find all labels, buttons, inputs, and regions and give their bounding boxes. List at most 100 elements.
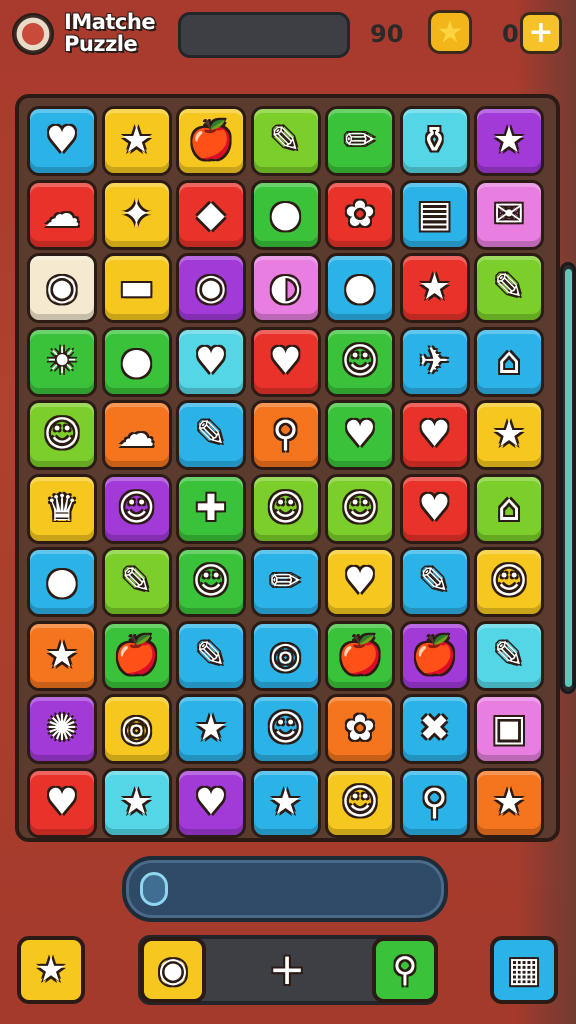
tile-plane[interactable]: ✈ [399, 326, 470, 397]
tile-bulb[interactable]: ● [325, 253, 395, 323]
tile-heart[interactable]: ♥ [399, 400, 470, 470]
tile-paper[interactable]: ✉ [474, 179, 544, 250]
tile-corn[interactable]: ✎ [176, 620, 246, 691]
tile-apple[interactable]: 🍎 [325, 620, 395, 691]
tile-house[interactable]: ⌂ [474, 326, 544, 397]
score-value: 90 [370, 20, 404, 48]
tile-pencil[interactable]: ✏ [250, 547, 321, 617]
camera-button[interactable]: ◉ [140, 937, 206, 1003]
tile-cake[interactable]: ▤ [399, 179, 470, 250]
tile-flower[interactable]: ✿ [325, 179, 395, 250]
tile-tube[interactable]: ◐ [250, 253, 321, 323]
tile-lollipop[interactable]: ● [27, 547, 97, 617]
tile-heart[interactable]: ♥ [399, 473, 470, 544]
top-status-bar [178, 12, 350, 58]
tile-corn[interactable]: ✎ [101, 547, 172, 617]
tile-camera[interactable]: ◉ [27, 253, 97, 323]
tile-apple[interactable]: 🍎 [101, 620, 172, 691]
tile-star[interactable]: ★ [474, 106, 544, 176]
tile-tablet[interactable]: ▣ [474, 694, 544, 764]
scrollbar-thumb[interactable] [565, 269, 572, 687]
tile-heart[interactable]: ♥ [325, 400, 395, 470]
star-icon: ★ [120, 781, 153, 823]
cat-icon: ☺ [266, 708, 305, 749]
powerup-button[interactable]: ★ [17, 936, 85, 1004]
cat-icon: ☺ [117, 487, 156, 529]
cross-icon: ✖ [419, 708, 450, 749]
tile-star[interactable]: ★ [176, 694, 246, 764]
tile-apple[interactable]: 🍎 [399, 620, 470, 691]
flower-icon: ✿ [344, 193, 376, 235]
tile-leaf[interactable]: ✎ [176, 400, 246, 470]
tile-ring[interactable]: ◎ [250, 620, 321, 691]
key-icon: ⚲ [421, 781, 448, 823]
tile-pin[interactable]: ⚲ [250, 400, 321, 470]
tile-cat[interactable]: ☺ [101, 473, 172, 544]
tablet-icon: ▣ [491, 708, 526, 749]
tile-devil[interactable]: ☺ [325, 326, 395, 397]
tile-cat[interactable]: ☺ [27, 400, 97, 470]
tile-heart[interactable]: ♥ [27, 106, 97, 176]
tile-apple-box[interactable]: 🍎 [176, 106, 246, 176]
tile-hat[interactable]: ▬ [101, 253, 172, 323]
tile-star[interactable]: ★ [474, 400, 544, 470]
tile-lion[interactable]: ☺ [325, 767, 395, 838]
splat-icon: ✚ [195, 487, 227, 529]
scrollbar[interactable] [560, 262, 576, 694]
tile-bear[interactable]: ☺ [474, 547, 544, 617]
search-button[interactable]: ⚲ [372, 937, 438, 1003]
tile-star[interactable]: ★ [101, 106, 172, 176]
tile-corn[interactable]: ✎ [399, 547, 470, 617]
tile-cloud[interactable]: ☁ [27, 179, 97, 250]
tile-star[interactable]: ★ [250, 767, 321, 838]
tile-house[interactable]: ⌂ [474, 473, 544, 544]
heart-icon: ♥ [418, 414, 451, 455]
apple-box-icon: 🍎 [188, 120, 234, 161]
tile-heart[interactable]: ♥ [250, 326, 321, 397]
star-icon: ★ [194, 708, 228, 749]
apple-icon: 🍎 [337, 634, 383, 676]
tile-devil[interactable]: ☺ [176, 547, 246, 617]
tile-carrot[interactable]: ✎ [250, 106, 321, 176]
tile-cross[interactable]: ✖ [399, 694, 470, 764]
sun-icon: ☀ [45, 340, 79, 382]
tile-gem[interactable]: ◆ [176, 179, 246, 250]
tile-splat[interactable]: ✚ [176, 473, 246, 544]
tile-pear[interactable]: ● [101, 326, 172, 397]
add-coins-button[interactable]: + [520, 12, 562, 54]
star-icon[interactable]: ★ [428, 10, 472, 54]
tile-ring[interactable]: ◎ [101, 694, 172, 764]
tile-cat[interactable]: ☺ [250, 694, 321, 764]
tile-carrot[interactable]: ✎ [474, 620, 544, 691]
tile-star[interactable]: ★ [474, 767, 544, 838]
coin-value: 0 [502, 20, 519, 48]
tile-heart[interactable]: ♥ [176, 326, 246, 397]
tile-star[interactable]: ★ [399, 253, 470, 323]
tile-crown[interactable]: ♛ [27, 473, 97, 544]
tile-flower[interactable]: ✿ [325, 694, 395, 764]
tile-heart[interactable]: ♥ [325, 547, 395, 617]
tile-star[interactable]: ★ [101, 767, 172, 838]
star-icon: ★ [492, 120, 526, 161]
heart-icon: ♥ [45, 120, 79, 161]
tile-carrot[interactable]: ✎ [474, 253, 544, 323]
tile-heart[interactable]: ♥ [27, 767, 97, 838]
tile-cat[interactable]: ☺ [325, 473, 395, 544]
tile-cat[interactable]: ☺ [250, 473, 321, 544]
tile-key[interactable]: ⚲ [399, 767, 470, 838]
tile-sun[interactable]: ☀ [27, 326, 97, 397]
tile-marker[interactable]: ✏ [325, 106, 395, 176]
camera-icon: ◉ [195, 267, 227, 308]
tile-star-face[interactable]: ✦ [101, 179, 172, 250]
devil-icon: ☺ [341, 340, 379, 382]
tile-gear[interactable]: ✺ [27, 694, 97, 764]
tile-camera[interactable]: ◉ [176, 253, 246, 323]
tile-bottle[interactable]: ⚱ [399, 106, 470, 176]
tile-star[interactable]: ★ [27, 620, 97, 691]
add-button[interactable]: + [254, 940, 320, 1000]
menu-grid-button[interactable]: ▦ [490, 936, 558, 1004]
camera-icon: ◉ [158, 950, 188, 990]
tile-heart[interactable]: ♥ [176, 767, 246, 838]
tile-balloon[interactable]: ● [250, 179, 321, 250]
tile-cloud[interactable]: ☁ [101, 400, 172, 470]
